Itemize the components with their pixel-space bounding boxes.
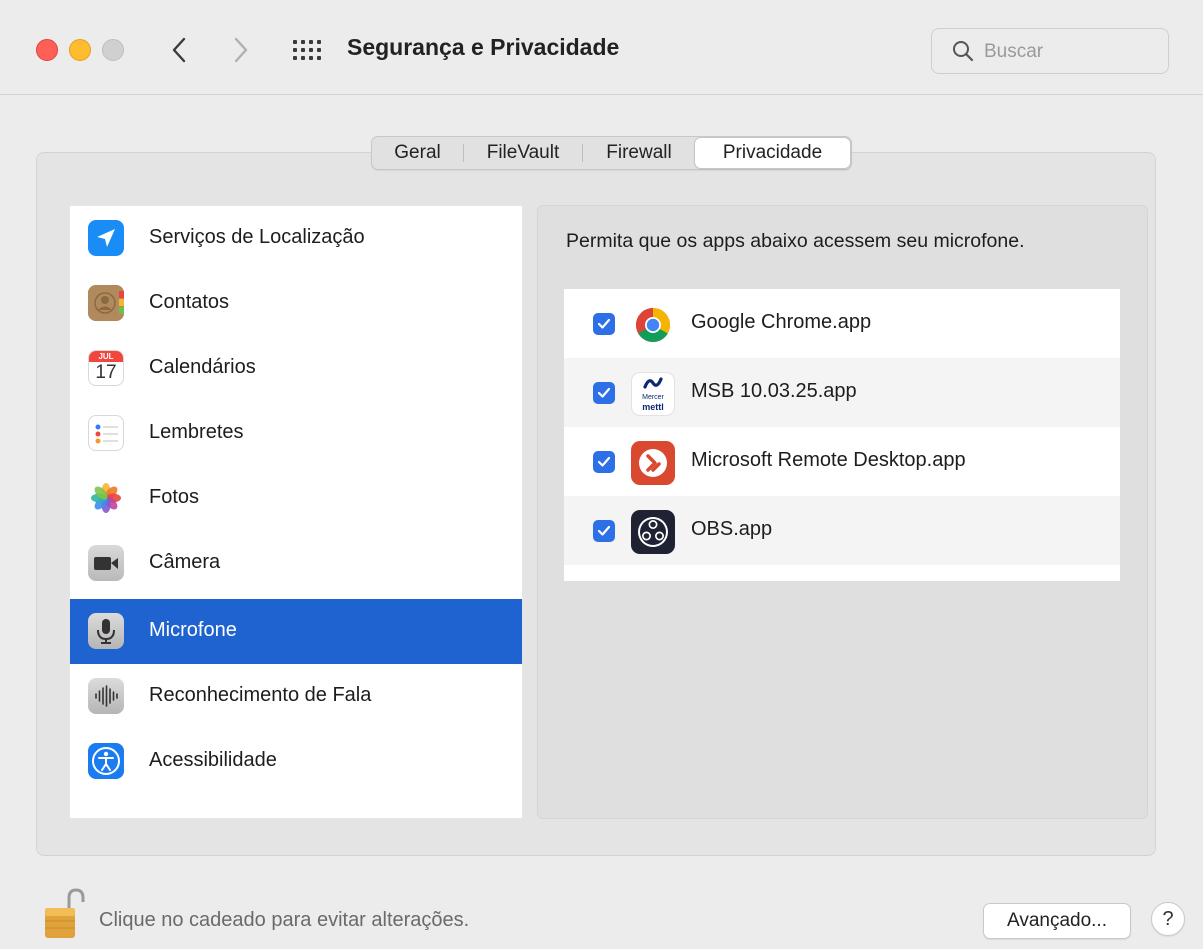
msb-mercer-mettl-icon: Mercer mettl bbox=[631, 372, 675, 416]
calendar-day: 17 bbox=[95, 362, 117, 383]
tab-geral[interactable]: Geral bbox=[372, 137, 463, 169]
app-name: MSB 10.03.25.app bbox=[691, 380, 857, 402]
app-permission-checkbox[interactable] bbox=[593, 382, 615, 404]
calendar-icon: JUL 17 bbox=[88, 350, 124, 386]
app-name: Google Chrome.app bbox=[691, 311, 872, 333]
sidebar-item-label: Câmera bbox=[149, 551, 221, 573]
app-name: Microsoft Remote Desktop.app bbox=[691, 449, 966, 471]
app-permission-checkbox[interactable] bbox=[593, 313, 615, 335]
sidebar-item-label: Microfone bbox=[149, 619, 237, 641]
chevron-left-icon bbox=[172, 37, 186, 63]
sidebar-item-label: Calendários bbox=[149, 356, 256, 378]
title-bar: Segurança e Privacidade Buscar bbox=[0, 0, 1203, 95]
unlocked-padlock-icon[interactable] bbox=[42, 888, 86, 940]
photos-icon bbox=[88, 480, 124, 516]
sidebar-item-label: Serviços de Localização bbox=[149, 226, 365, 248]
app-row-obs[interactable]: OBS.app bbox=[564, 496, 1120, 565]
zoom-window-button[interactable] bbox=[102, 39, 124, 61]
remote-desktop-icon bbox=[631, 441, 675, 485]
lock-hint-text: Clique no cadeado para evitar alterações… bbox=[99, 909, 470, 931]
app-row-microsoft-remote-desktop[interactable]: Microsoft Remote Desktop.app bbox=[564, 427, 1120, 496]
sidebar-item-location-services[interactable]: Serviços de Localização bbox=[70, 206, 522, 271]
app-name: OBS.app bbox=[691, 518, 773, 540]
sidebar-item-calendars[interactable]: JUL 17 Calendários bbox=[70, 336, 522, 401]
search-field[interactable]: Buscar bbox=[931, 28, 1169, 74]
microphone-permission-description: Permita que os apps abaixo acessem seu m… bbox=[566, 230, 1025, 252]
help-button[interactable]: ? bbox=[1151, 902, 1185, 936]
sidebar-item-label: Lembretes bbox=[149, 421, 244, 443]
contacts-icon bbox=[88, 285, 124, 321]
app-permission-checkbox[interactable] bbox=[593, 520, 615, 542]
window-title: Segurança e Privacidade bbox=[347, 34, 620, 60]
show-all-grid-icon[interactable] bbox=[291, 37, 325, 63]
app-permission-checkbox[interactable] bbox=[593, 451, 615, 473]
msb-icon-text-top: Mercer bbox=[642, 394, 664, 401]
sidebar-item-contacts[interactable]: Contatos bbox=[70, 271, 522, 336]
close-window-button[interactable] bbox=[36, 39, 58, 61]
app-permission-list: Google Chrome.app Mercer mettl MSB 10.03… bbox=[564, 289, 1120, 581]
privacy-category-list: Serviços de Localização Contatos JUL 17 … bbox=[70, 206, 522, 818]
calendar-month: JUL bbox=[89, 351, 123, 362]
sidebar-item-label: Acessibilidade bbox=[149, 749, 277, 771]
checkmark-icon bbox=[597, 525, 611, 536]
app-row-google-chrome[interactable]: Google Chrome.app bbox=[564, 289, 1120, 358]
obs-icon bbox=[631, 510, 675, 554]
sidebar-item-label: Contatos bbox=[149, 291, 230, 313]
checkmark-icon bbox=[597, 318, 611, 329]
forward-button[interactable] bbox=[228, 32, 254, 68]
reminders-icon bbox=[88, 415, 124, 451]
speech-recognition-icon bbox=[88, 678, 124, 714]
checkmark-icon bbox=[597, 387, 611, 398]
sidebar-item-label: Fotos bbox=[149, 486, 200, 508]
sidebar-item-microphone[interactable]: Microfone bbox=[70, 599, 522, 664]
advanced-button[interactable]: Avançado... bbox=[983, 903, 1131, 939]
msb-icon-text-bottom: mettl bbox=[642, 402, 664, 412]
microphone-icon bbox=[88, 613, 124, 649]
accessibility-icon bbox=[88, 743, 124, 779]
sidebar-item-label: Reconhecimento de Fala bbox=[149, 684, 372, 706]
minimize-window-button[interactable] bbox=[69, 39, 91, 61]
back-button[interactable] bbox=[166, 32, 192, 68]
checkmark-icon bbox=[597, 456, 611, 467]
chrome-icon bbox=[631, 303, 675, 347]
tab-privacidade[interactable]: Privacidade bbox=[695, 138, 850, 168]
camera-icon bbox=[88, 545, 124, 581]
tab-firewall[interactable]: Firewall bbox=[583, 137, 695, 169]
sidebar-item-reminders[interactable]: Lembretes bbox=[70, 401, 522, 466]
app-row-msb[interactable]: Mercer mettl MSB 10.03.25.app bbox=[564, 358, 1120, 427]
sidebar-item-camera[interactable]: Câmera bbox=[70, 531, 522, 596]
tab-filevault[interactable]: FileVault bbox=[464, 137, 582, 169]
search-icon bbox=[953, 41, 974, 62]
search-placeholder: Buscar bbox=[984, 41, 1044, 62]
chevron-right-icon bbox=[234, 37, 248, 63]
sidebar-item-photos[interactable]: Fotos bbox=[70, 466, 522, 531]
sidebar-item-speech-recognition[interactable]: Reconhecimento de Fala bbox=[70, 664, 522, 729]
sidebar-item-accessibility[interactable]: Acessibilidade bbox=[70, 729, 522, 794]
location-icon bbox=[88, 220, 124, 256]
tab-bar: Geral FileVault Firewall Privacidade bbox=[371, 136, 852, 170]
